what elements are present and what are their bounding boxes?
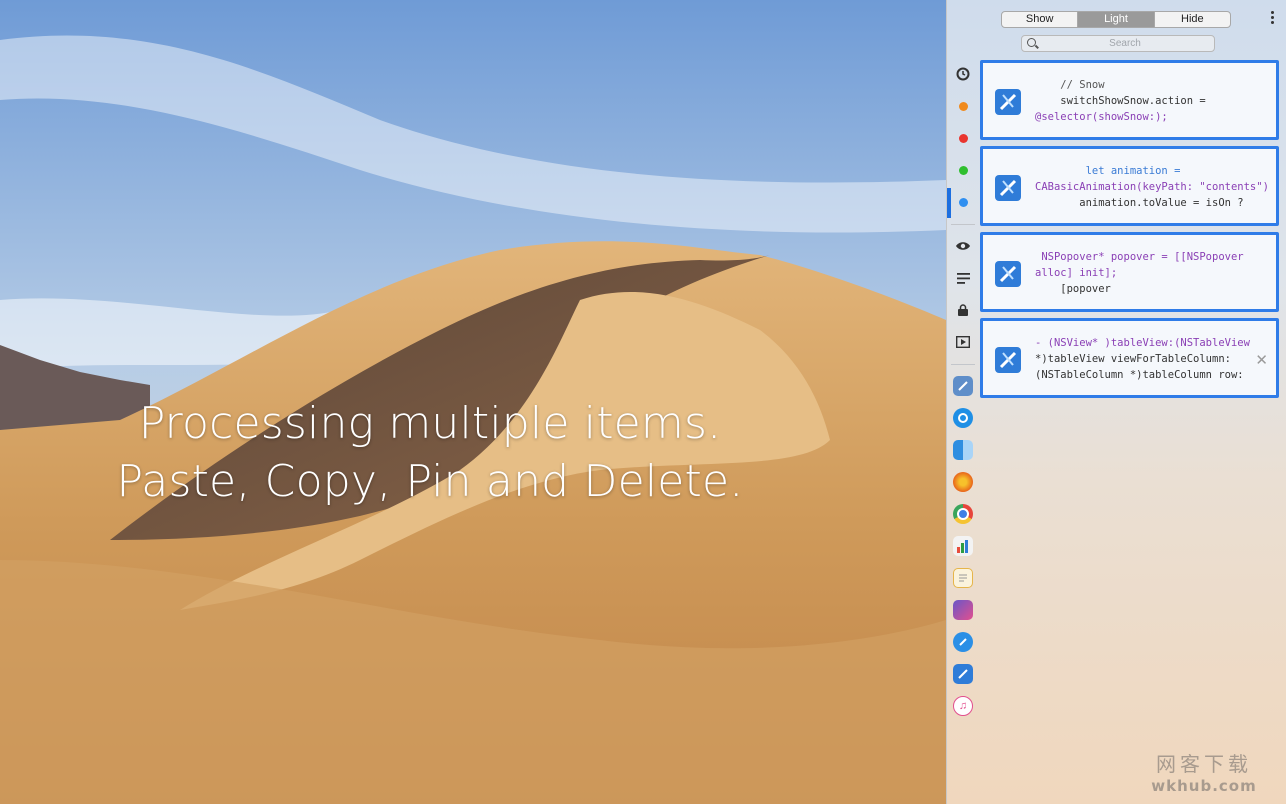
text-lines-icon[interactable] [953,268,973,288]
selected-indicator [947,188,951,218]
itunes-icon[interactable]: ♫ [953,696,973,716]
textedit-icon[interactable] [953,568,973,588]
xcode-icon[interactable] [953,376,973,396]
divider [951,224,975,225]
visibility-segmented-control: Show Light Hide [1001,11,1231,28]
more-options-icon[interactable] [1267,9,1277,29]
clipboard-item[interactable]: let animation = CABasicAnimation(keyPath:… [980,146,1279,226]
segment-show[interactable]: Show [1002,12,1079,27]
search-icon [1027,38,1036,47]
category-red-dot[interactable] [953,128,973,148]
xcode-icon[interactable] [953,664,973,684]
clipboard-panel: Show Light Hide Search ♫ // Snow switchS… [946,0,1286,804]
divider [951,364,975,365]
finder-icon[interactable] [953,440,973,460]
clipboard-item-text: - (NSView* )tableView:(NSTableView *)tabl… [1035,337,1250,381]
xcode-icon [993,259,1023,289]
clipboard-item-text: // Snow switchShowSnow.action = @selector… [1035,79,1206,123]
history-icon[interactable] [953,64,973,84]
xcode-icon [993,345,1023,375]
search-input[interactable] [1040,36,1210,51]
close-icon[interactable]: ✕ [1255,351,1268,369]
eye-icon[interactable] [953,236,973,256]
desktop-wallpaper: Processing multiple items. Paste, Copy, … [0,0,946,804]
clipboard-item[interactable]: NSPopover* popover = [[NSPopover alloc] i… [980,232,1279,312]
xcode-icon [993,87,1023,117]
chrome-icon[interactable] [953,504,973,524]
category-orange-dot[interactable] [953,96,973,116]
numbers-icon[interactable] [953,536,973,556]
lock-icon[interactable] [953,300,973,320]
clipboard-app-icon[interactable] [953,408,973,428]
editor-icon[interactable] [953,600,973,620]
search-field[interactable] [1021,35,1215,52]
clipboard-item[interactable]: - (NSView* )tableView:(NSTableView *)tabl… [980,318,1279,398]
headline-line-2: Paste, Copy, Pin and Delete. [116,456,744,507]
clipboard-item[interactable]: // Snow switchShowSnow.action = @selector… [980,60,1279,140]
firefox-icon[interactable] [953,472,973,492]
category-green-dot[interactable] [953,160,973,180]
headline-line-1: Processing multiple items. [138,398,722,449]
clipboard-item-text: NSPopover* popover = [[NSPopover alloc] i… [1035,251,1244,295]
segment-hide[interactable]: Hide [1155,12,1230,27]
xcode-icon [993,173,1023,203]
watermark: 网客下载 wkhub.com [1151,752,1257,795]
safari-icon[interactable] [953,632,973,652]
play-media-icon[interactable] [953,332,973,352]
category-blue-dot[interactable] [953,192,973,212]
clipboard-item-text: let animation = CABasicAnimation(keyPath:… [1035,165,1269,209]
segment-light[interactable]: Light [1078,12,1155,27]
